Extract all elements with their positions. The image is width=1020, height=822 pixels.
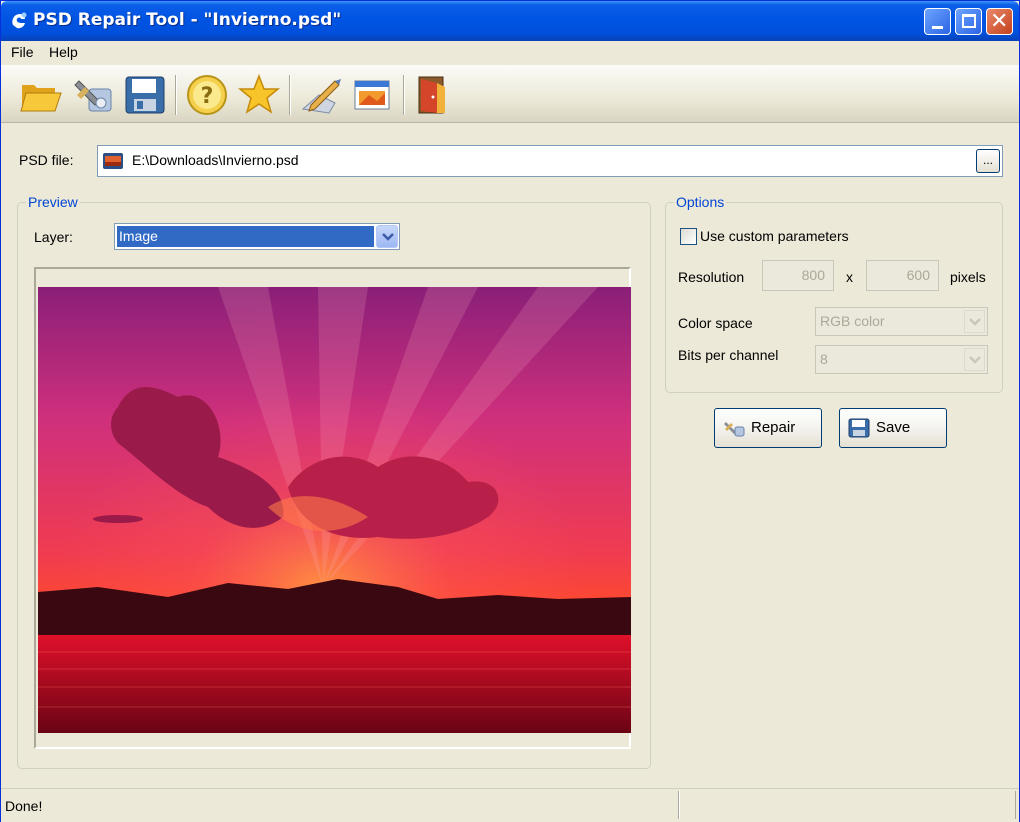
use-custom-parameters-label[interactable]: Use custom parameters xyxy=(700,228,849,244)
toolbar-separator xyxy=(289,75,291,115)
close-button[interactable]: ✕ xyxy=(986,8,1013,35)
preview-frame xyxy=(34,267,631,749)
save-disk-icon[interactable] xyxy=(123,73,167,117)
menu-file[interactable]: File xyxy=(11,44,34,60)
open-folder-icon[interactable] xyxy=(19,73,63,117)
psd-file-icon xyxy=(103,153,123,169)
color-space-value: RGB color xyxy=(820,313,885,329)
preview-group: Preview Layer: Image xyxy=(17,194,651,769)
status-divider xyxy=(678,791,680,819)
bits-dropdown-button[interactable] xyxy=(964,348,985,371)
minimize-icon xyxy=(932,26,943,29)
pixels-label: pixels xyxy=(950,269,986,285)
resolution-x-label: x xyxy=(846,269,853,285)
close-icon: ✕ xyxy=(990,9,1009,34)
app-window: PSD Repair Tool - "Invierno.psd" ✕ File … xyxy=(0,0,1020,822)
psd-file-label: PSD file: xyxy=(19,152,74,168)
repair-button[interactable]: Repair xyxy=(714,408,822,448)
resolution-height-field[interactable]: 600 xyxy=(866,260,939,291)
exit-door-icon[interactable] xyxy=(411,73,455,117)
chevron-down-icon xyxy=(969,318,981,326)
browse-button[interactable]: ... xyxy=(976,149,1000,173)
layer-select-value: Image xyxy=(116,225,375,248)
psd-file-field[interactable]: E:\Downloads\Invierno.psd ... xyxy=(97,145,1003,177)
color-space-dropdown-button[interactable] xyxy=(964,310,985,333)
preview-group-title: Preview xyxy=(26,194,80,210)
bits-per-channel-value: 8 xyxy=(820,351,828,367)
status-bar: Done! xyxy=(1,788,1019,822)
minimize-button[interactable] xyxy=(924,8,951,35)
resolution-width-field[interactable]: 800 xyxy=(762,260,834,291)
options-group: Options Use custom parameters Resolution… xyxy=(665,194,1003,393)
title-bar[interactable]: PSD Repair Tool - "Invierno.psd" ✕ xyxy=(1,1,1019,41)
save-disk-icon xyxy=(848,418,870,438)
maximize-icon xyxy=(962,14,976,28)
save-button[interactable]: Save xyxy=(839,408,947,448)
toolbar: ? xyxy=(1,65,1019,123)
toolbar-separator xyxy=(175,75,177,115)
bits-per-channel-label: Bits per channel xyxy=(678,347,779,363)
layer-label: Layer: xyxy=(34,229,73,245)
repair-button-label: Repair xyxy=(751,419,796,436)
save-button-label: Save xyxy=(876,419,911,436)
layer-select[interactable]: Image xyxy=(114,223,400,250)
menu-help[interactable]: Help xyxy=(49,44,78,60)
psd-file-path: E:\Downloads\Invierno.psd xyxy=(132,152,299,168)
color-space-select[interactable]: RGB color xyxy=(815,307,988,336)
resolution-height-value: 600 xyxy=(906,267,930,283)
wizard-tool-icon[interactable] xyxy=(71,73,115,117)
preview-image xyxy=(38,287,631,733)
menu-bar: File Help xyxy=(1,41,1019,65)
svg-text:?: ? xyxy=(201,84,214,109)
status-text: Done! xyxy=(5,798,43,814)
app-icon xyxy=(12,12,27,29)
use-custom-parameters-checkbox[interactable] xyxy=(680,228,697,245)
help-icon[interactable]: ? xyxy=(185,73,229,117)
status-divider xyxy=(1015,791,1016,819)
resolution-label: Resolution xyxy=(678,269,745,285)
toolbar-separator xyxy=(403,75,405,115)
color-space-label: Color space xyxy=(678,315,753,331)
bits-per-channel-select[interactable]: 8 xyxy=(815,345,988,374)
edit-pen-icon[interactable] xyxy=(299,73,343,117)
resolution-width-value: 800 xyxy=(801,267,825,283)
chevron-down-icon xyxy=(382,233,394,241)
options-group-title: Options xyxy=(674,194,727,210)
layer-dropdown-button[interactable] xyxy=(376,225,398,248)
maximize-button[interactable] xyxy=(955,8,982,35)
image-window-icon[interactable] xyxy=(351,73,395,117)
repair-tool-icon xyxy=(724,422,745,437)
favorite-star-icon[interactable] xyxy=(237,73,281,117)
window-title: PSD Repair Tool - "Invierno.psd" xyxy=(33,10,342,30)
chevron-down-icon xyxy=(969,356,981,364)
